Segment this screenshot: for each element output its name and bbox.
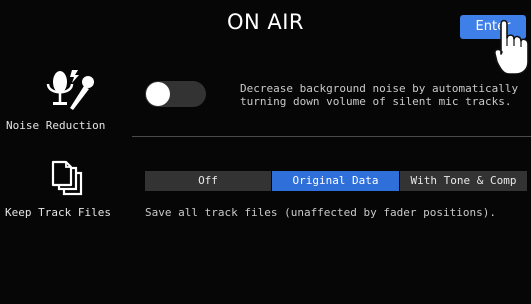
section-divider <box>132 136 531 137</box>
toggle-knob <box>146 82 170 106</box>
option-off[interactable]: Off <box>145 171 271 191</box>
pointing-hand-icon <box>494 19 529 74</box>
microphone-noise-icon <box>46 70 94 110</box>
option-with-tone-and-comp[interactable]: With Tone & Comp <box>399 171 527 191</box>
keep-track-files-description: Save all track files (unaffected by fade… <box>145 206 496 219</box>
noise-reduction-description-line1: Decrease background noise by automatical… <box>240 82 519 95</box>
noise-reduction-description: Decrease background noise by automatical… <box>240 82 530 108</box>
on-air-screen: ON AIR Enter Noise Reduction Decrease ba… <box>0 0 531 304</box>
noise-reduction-label: Noise Reduction <box>6 119 106 132</box>
option-original-data[interactable]: Original Data <box>271 171 399 191</box>
keep-track-files-label: Keep Track Files <box>5 206 111 219</box>
screen-title: ON AIR <box>226 10 305 34</box>
noise-reduction-toggle[interactable] <box>145 81 206 107</box>
keep-track-files-selector: Off Original Data With Tone & Comp <box>145 171 527 191</box>
documents-icon <box>51 160 83 196</box>
noise-reduction-description-line2: turning down volume of silent mic tracks… <box>240 95 512 108</box>
